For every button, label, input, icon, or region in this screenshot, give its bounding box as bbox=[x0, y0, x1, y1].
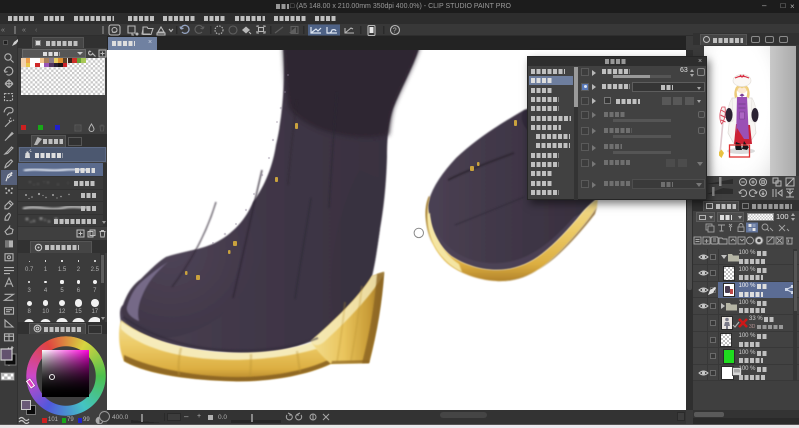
svg-text:?: ? bbox=[393, 28, 397, 35]
